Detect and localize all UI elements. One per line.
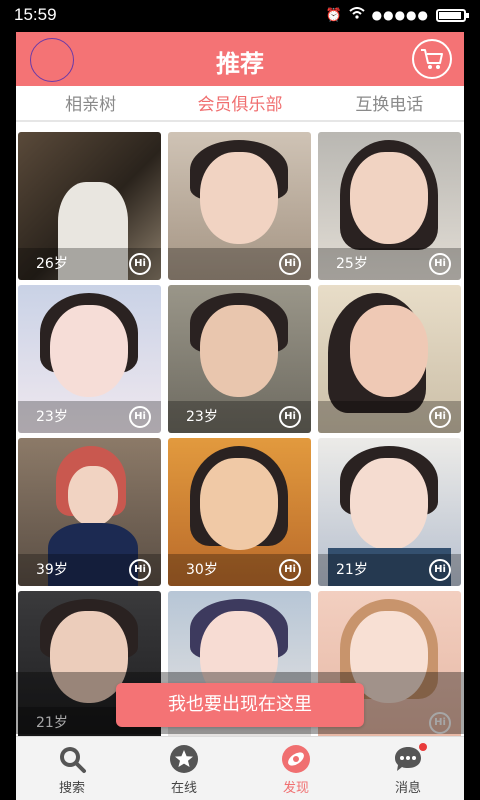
nav-label: 在线 xyxy=(170,781,197,796)
say-hi-button[interactable]: Hi xyxy=(429,559,451,581)
age-label: 23岁 xyxy=(36,409,68,425)
face-shape xyxy=(350,458,428,550)
nav-search[interactable]: 搜索 xyxy=(16,737,128,800)
tab-member-club[interactable]: 会员俱乐部 xyxy=(165,86,314,120)
face-shape xyxy=(200,152,278,244)
face-shape xyxy=(50,305,128,397)
header: 推荐 xyxy=(16,32,464,86)
face-shape xyxy=(68,466,118,526)
face-shape xyxy=(200,458,278,550)
age-label: 39岁 xyxy=(36,562,68,578)
face-shape xyxy=(350,305,428,397)
tab-bar: 相亲树 会员俱乐部 互换电话 xyxy=(16,86,464,122)
age-label: 23岁 xyxy=(186,409,218,425)
profile-card[interactable]: 23岁 Hi xyxy=(18,285,161,433)
nav-label: 消息 xyxy=(394,781,421,796)
age-label: 21岁 xyxy=(336,562,368,578)
unread-badge xyxy=(419,743,427,751)
nav-label: 发现 xyxy=(282,781,309,796)
profile-card[interactable]: 23岁 Hi xyxy=(168,285,311,433)
profile-card[interactable]: Hi xyxy=(318,285,461,433)
cart-button[interactable] xyxy=(412,39,452,79)
age-label: 26岁 xyxy=(36,256,68,272)
profile-card[interactable]: Hi xyxy=(168,132,311,280)
wifi-icon xyxy=(348,7,365,23)
face-shape xyxy=(350,152,428,244)
profile-card[interactable]: 39岁 Hi xyxy=(18,438,161,586)
alarm-icon: ⏰ xyxy=(325,7,342,23)
profile-grid: 26岁 Hi Hi 25岁 Hi 23岁 Hi 23岁 Hi Hi 39岁 Hi… xyxy=(18,132,462,742)
discover-icon xyxy=(280,743,312,775)
profile-card[interactable]: 25岁 Hi xyxy=(318,132,461,280)
say-hi-button[interactable]: Hi xyxy=(429,406,451,428)
signal-icon: ●●●●● xyxy=(371,8,429,22)
say-hi-button[interactable]: Hi xyxy=(279,559,301,581)
search-icon xyxy=(56,743,88,775)
say-hi-button[interactable]: Hi xyxy=(129,559,151,581)
status-time: 15:59 xyxy=(14,5,57,24)
say-hi-button[interactable]: Hi xyxy=(129,253,151,275)
nav-label: 搜索 xyxy=(58,781,85,796)
battery-icon xyxy=(436,8,469,22)
tab-matchmaking-tree[interactable]: 相亲树 xyxy=(16,86,165,120)
nav-online[interactable]: 在线 xyxy=(128,737,240,800)
page-title: 推荐 xyxy=(216,50,264,78)
app-screen: 推荐 相亲树 会员俱乐部 互换电话 26岁 Hi Hi 25岁 Hi 23岁 H… xyxy=(16,32,464,800)
profile-card[interactable]: 21岁 Hi xyxy=(318,438,461,586)
nav-discover[interactable]: 发现 xyxy=(240,737,352,800)
bottom-nav: 搜索 在线 发现 消息 xyxy=(16,736,464,800)
nav-messages[interactable]: 消息 xyxy=(352,737,464,800)
say-hi-button[interactable]: Hi xyxy=(279,253,301,275)
status-icons: ⏰ ●●●●● xyxy=(325,7,469,23)
tab-exchange-phone[interactable]: 互换电话 xyxy=(315,86,464,120)
say-hi-button[interactable]: Hi xyxy=(129,406,151,428)
status-bar: 15:59 ⏰ ●●●●● xyxy=(0,0,480,32)
say-hi-button[interactable]: Hi xyxy=(429,253,451,275)
say-hi-button[interactable]: Hi xyxy=(279,406,301,428)
face-shape xyxy=(200,305,278,397)
appear-here-button[interactable]: 我也要出现在这里 xyxy=(116,683,364,727)
cart-icon xyxy=(421,49,443,69)
star-icon xyxy=(168,743,200,775)
profile-card[interactable]: 30岁 Hi xyxy=(168,438,311,586)
age-label: 30岁 xyxy=(186,562,218,578)
age-label: 25岁 xyxy=(336,256,368,272)
profile-card[interactable]: 26岁 Hi xyxy=(18,132,161,280)
